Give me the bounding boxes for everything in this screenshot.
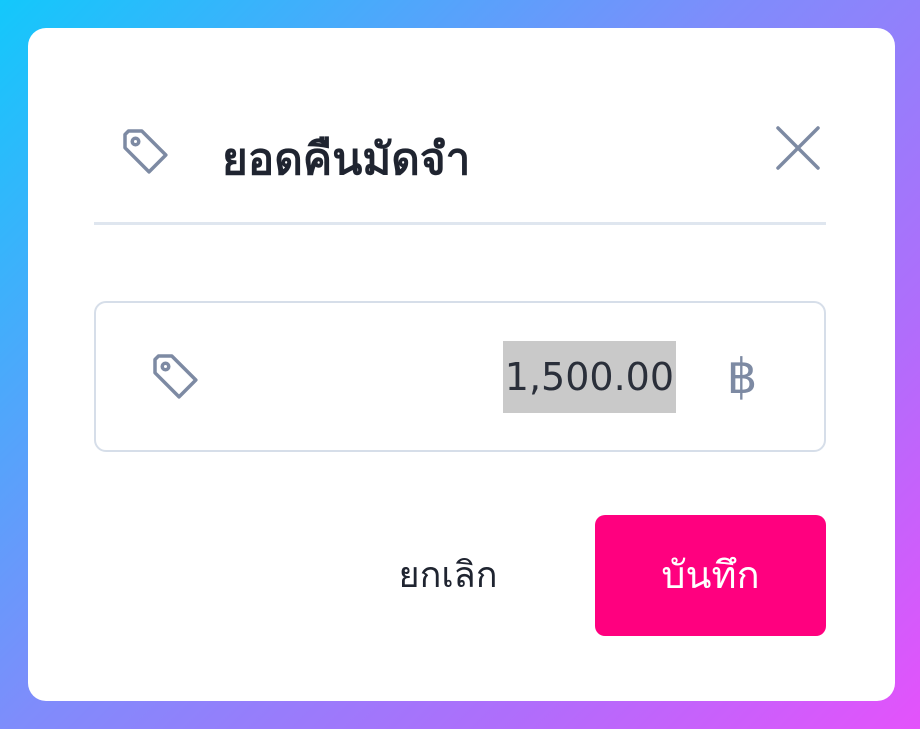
cancel-button[interactable]: ยกเลิก — [378, 546, 518, 606]
dialog-title: ยอดคืนมัดจำ — [222, 134, 471, 185]
baht-currency-icon: ฿ — [726, 349, 758, 405]
save-button[interactable]: บันทึก — [595, 515, 826, 636]
tag-icon — [118, 124, 174, 180]
tag-icon — [148, 349, 204, 405]
amount-input[interactable]: 1,500.00 ฿ — [94, 301, 826, 452]
amount-value[interactable]: 1,500.00 — [502, 341, 676, 413]
dialog-header: ยอดคืนมัดจำ — [94, 110, 826, 222]
header-divider — [94, 222, 826, 225]
close-icon — [776, 126, 820, 170]
close-button[interactable] — [770, 120, 826, 176]
